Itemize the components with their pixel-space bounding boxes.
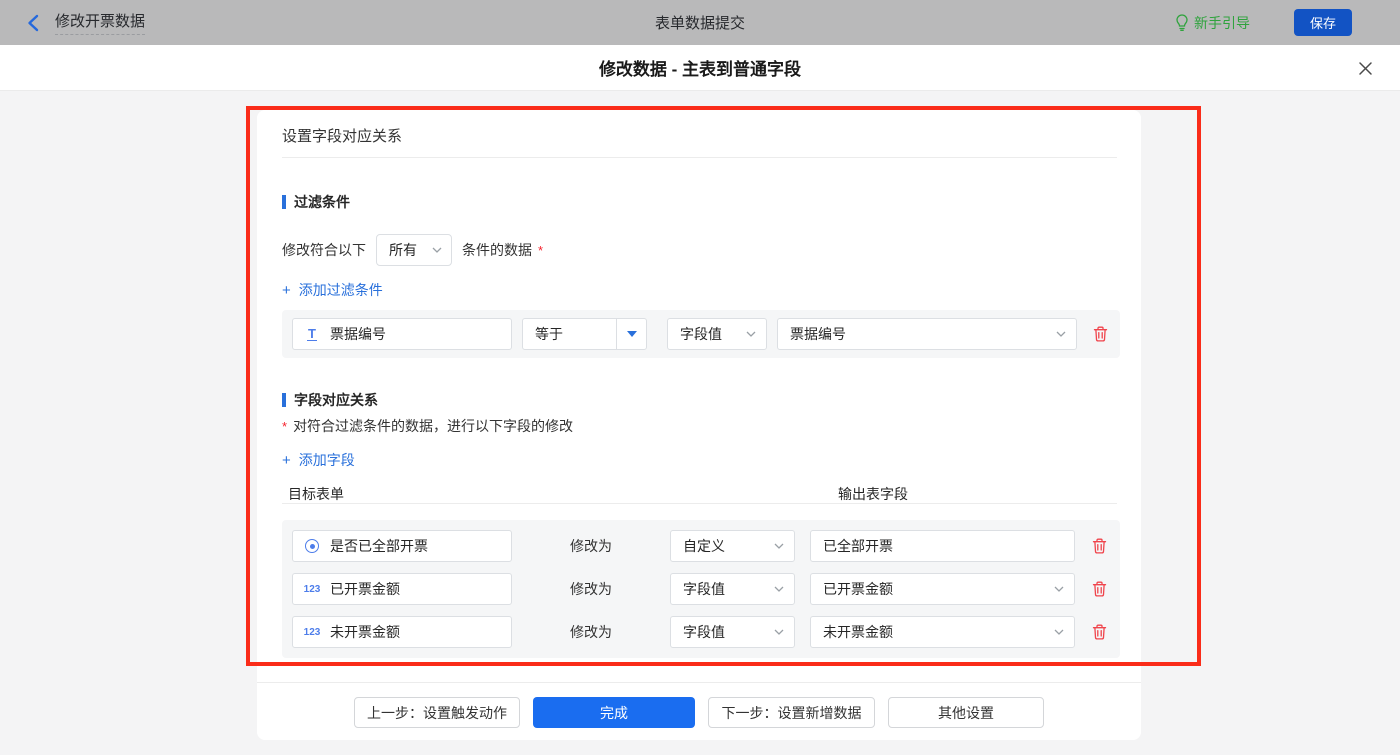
prev-step-button[interactable]: 上一步：设置触发动作 (354, 697, 520, 728)
target-field-value: 未开票金额 (330, 622, 400, 642)
condition-prefix: 修改符合以下 (282, 240, 366, 260)
output-field-value: 未开票金额 (823, 622, 893, 642)
chevron-down-icon (774, 543, 784, 549)
topbar-actions: 新手引导 保存 (1175, 9, 1352, 36)
chevron-down-icon (1054, 629, 1064, 635)
chevron-down-icon (774, 586, 784, 592)
trash-icon (1092, 624, 1107, 640)
chevron-down-icon (1054, 586, 1064, 592)
operator-caret-button[interactable] (616, 319, 646, 349)
modify-to-label: 修改为 (570, 622, 612, 642)
divider (282, 503, 1117, 504)
beginner-guide-button[interactable]: 新手引导 (1175, 13, 1250, 33)
back-button[interactable]: 修改开票数据 (26, 10, 145, 35)
delete-filter-button[interactable] (1093, 326, 1108, 342)
chevron-down-icon (774, 629, 784, 635)
dialog-title: 修改数据 - 主表到普通字段 (599, 55, 801, 80)
done-button[interactable]: 完成 (533, 697, 695, 728)
section-marker (282, 195, 286, 209)
panel-title: 设置字段对应关系 (282, 125, 402, 146)
value-mode-select[interactable]: 字段值 (670, 573, 795, 605)
output-field-select[interactable]: 未开票金额 (810, 616, 1075, 648)
value-mode: 字段值 (683, 622, 725, 642)
target-field-select[interactable]: 123 未开票金额 (292, 616, 512, 648)
mapping-row: 123 已开票金额 修改为 字段值 已开票金额 (292, 573, 1110, 605)
radio-field-icon (303, 539, 321, 553)
trash-icon (1092, 538, 1107, 554)
add-field-link[interactable]: + 添加字段 (282, 450, 355, 470)
close-icon[interactable] (1356, 59, 1374, 77)
filter-value: 票据编号 (790, 324, 846, 344)
settings-panel: 设置字段对应关系 过滤条件 修改符合以下 所有 条件的数据 * + 添加过滤条件 (257, 110, 1141, 740)
target-form-header: 目标表单 (288, 484, 344, 504)
dialog-footer: 上一步：设置触发动作 完成 下一步：设置新增数据 其他设置 (257, 682, 1141, 728)
condition-suffix: 条件的数据 (462, 240, 532, 260)
output-field-value: 已开票金额 (823, 579, 893, 599)
filter-value-type: 字段值 (680, 324, 722, 344)
caret-down-icon (627, 331, 637, 337)
chevron-down-icon (1056, 331, 1066, 337)
filter-value-type-select[interactable]: 字段值 (667, 318, 767, 350)
chevron-down-icon (746, 331, 756, 337)
mapping-description: * 对符合过滤条件的数据，进行以下字段的修改 (282, 416, 573, 436)
required-mark: * (282, 419, 287, 434)
filter-rule-row: T 票据编号 等于 字段值 票据编号 (282, 310, 1120, 358)
filter-section-title: 过滤条件 (282, 192, 350, 212)
delete-row-button[interactable] (1092, 538, 1107, 554)
trash-icon (1093, 326, 1108, 342)
filter-field-value: 票据编号 (330, 324, 386, 344)
node-title: 表单数据提交 (655, 12, 745, 33)
target-field-select[interactable]: 123 已开票金额 (292, 573, 512, 605)
next-step-button[interactable]: 下一步：设置新增数据 (708, 697, 875, 728)
filter-operator-value: 等于 (523, 324, 563, 344)
mapping-row: 是否已全部开票 修改为 自定义 已全部开票 (292, 530, 1110, 562)
add-filter-condition-link[interactable]: + 添加过滤条件 (282, 280, 383, 300)
other-settings-button[interactable]: 其他设置 (888, 697, 1044, 728)
mapping-row: 123 未开票金额 修改为 字段值 未开票金额 (292, 616, 1110, 648)
custom-value-input[interactable]: 已全部开票 (810, 530, 1075, 562)
chevron-down-icon (432, 247, 442, 253)
delete-row-button[interactable] (1092, 624, 1107, 640)
workflow-name[interactable]: 修改开票数据 (55, 10, 145, 35)
dialog-header: 修改数据 - 主表到普通字段 (0, 45, 1400, 91)
match-mode-select[interactable]: 所有 (376, 234, 452, 266)
divider (282, 157, 1117, 158)
number-field-icon: 123 (303, 627, 321, 638)
dialog-body: 设置字段对应关系 过滤条件 修改符合以下 所有 条件的数据 * + 添加过滤条件 (0, 91, 1400, 755)
beginner-guide-label: 新手引导 (1194, 13, 1250, 33)
value-mode-select[interactable]: 自定义 (670, 530, 795, 562)
value-mode: 字段值 (683, 579, 725, 599)
match-mode-value: 所有 (389, 240, 417, 260)
app-window: 修改开票数据 表单数据提交 新手引导 保存 修改数据 - 主表到普通字段 设置字… (0, 0, 1400, 755)
filter-value-select[interactable]: 票据编号 (777, 318, 1077, 350)
target-field-select[interactable]: 是否已全部开票 (292, 530, 512, 562)
output-field-header: 输出表字段 (838, 484, 908, 504)
target-field-value: 是否已全部开票 (330, 536, 428, 556)
plus-icon: + (282, 452, 291, 469)
value-mode: 自定义 (683, 536, 725, 556)
top-bar: 修改开票数据 表单数据提交 新手引导 保存 (0, 0, 1400, 45)
text-field-icon: T (303, 327, 321, 341)
output-field-select[interactable]: 已开票金额 (810, 573, 1075, 605)
value-mode-select[interactable]: 字段值 (670, 616, 795, 648)
target-field-value: 已开票金额 (330, 579, 400, 599)
save-button[interactable]: 保存 (1294, 9, 1352, 36)
modify-to-label: 修改为 (570, 579, 612, 599)
back-chevron-icon (26, 14, 39, 32)
filter-operator-select[interactable]: 等于 (522, 318, 647, 350)
filter-condition-row: 修改符合以下 所有 条件的数据 * (282, 234, 543, 266)
filter-field-select[interactable]: T 票据编号 (292, 318, 512, 350)
mapping-rows: 是否已全部开票 修改为 自定义 已全部开票 (282, 520, 1120, 658)
required-mark: * (538, 243, 543, 258)
mapping-section-title: 字段对应关系 (282, 390, 378, 410)
delete-row-button[interactable] (1092, 581, 1107, 597)
number-field-icon: 123 (303, 584, 321, 595)
trash-icon (1092, 581, 1107, 597)
plus-icon: + (282, 282, 291, 299)
modify-to-label: 修改为 (570, 536, 612, 556)
lightbulb-icon (1175, 14, 1189, 31)
section-marker (282, 393, 286, 407)
